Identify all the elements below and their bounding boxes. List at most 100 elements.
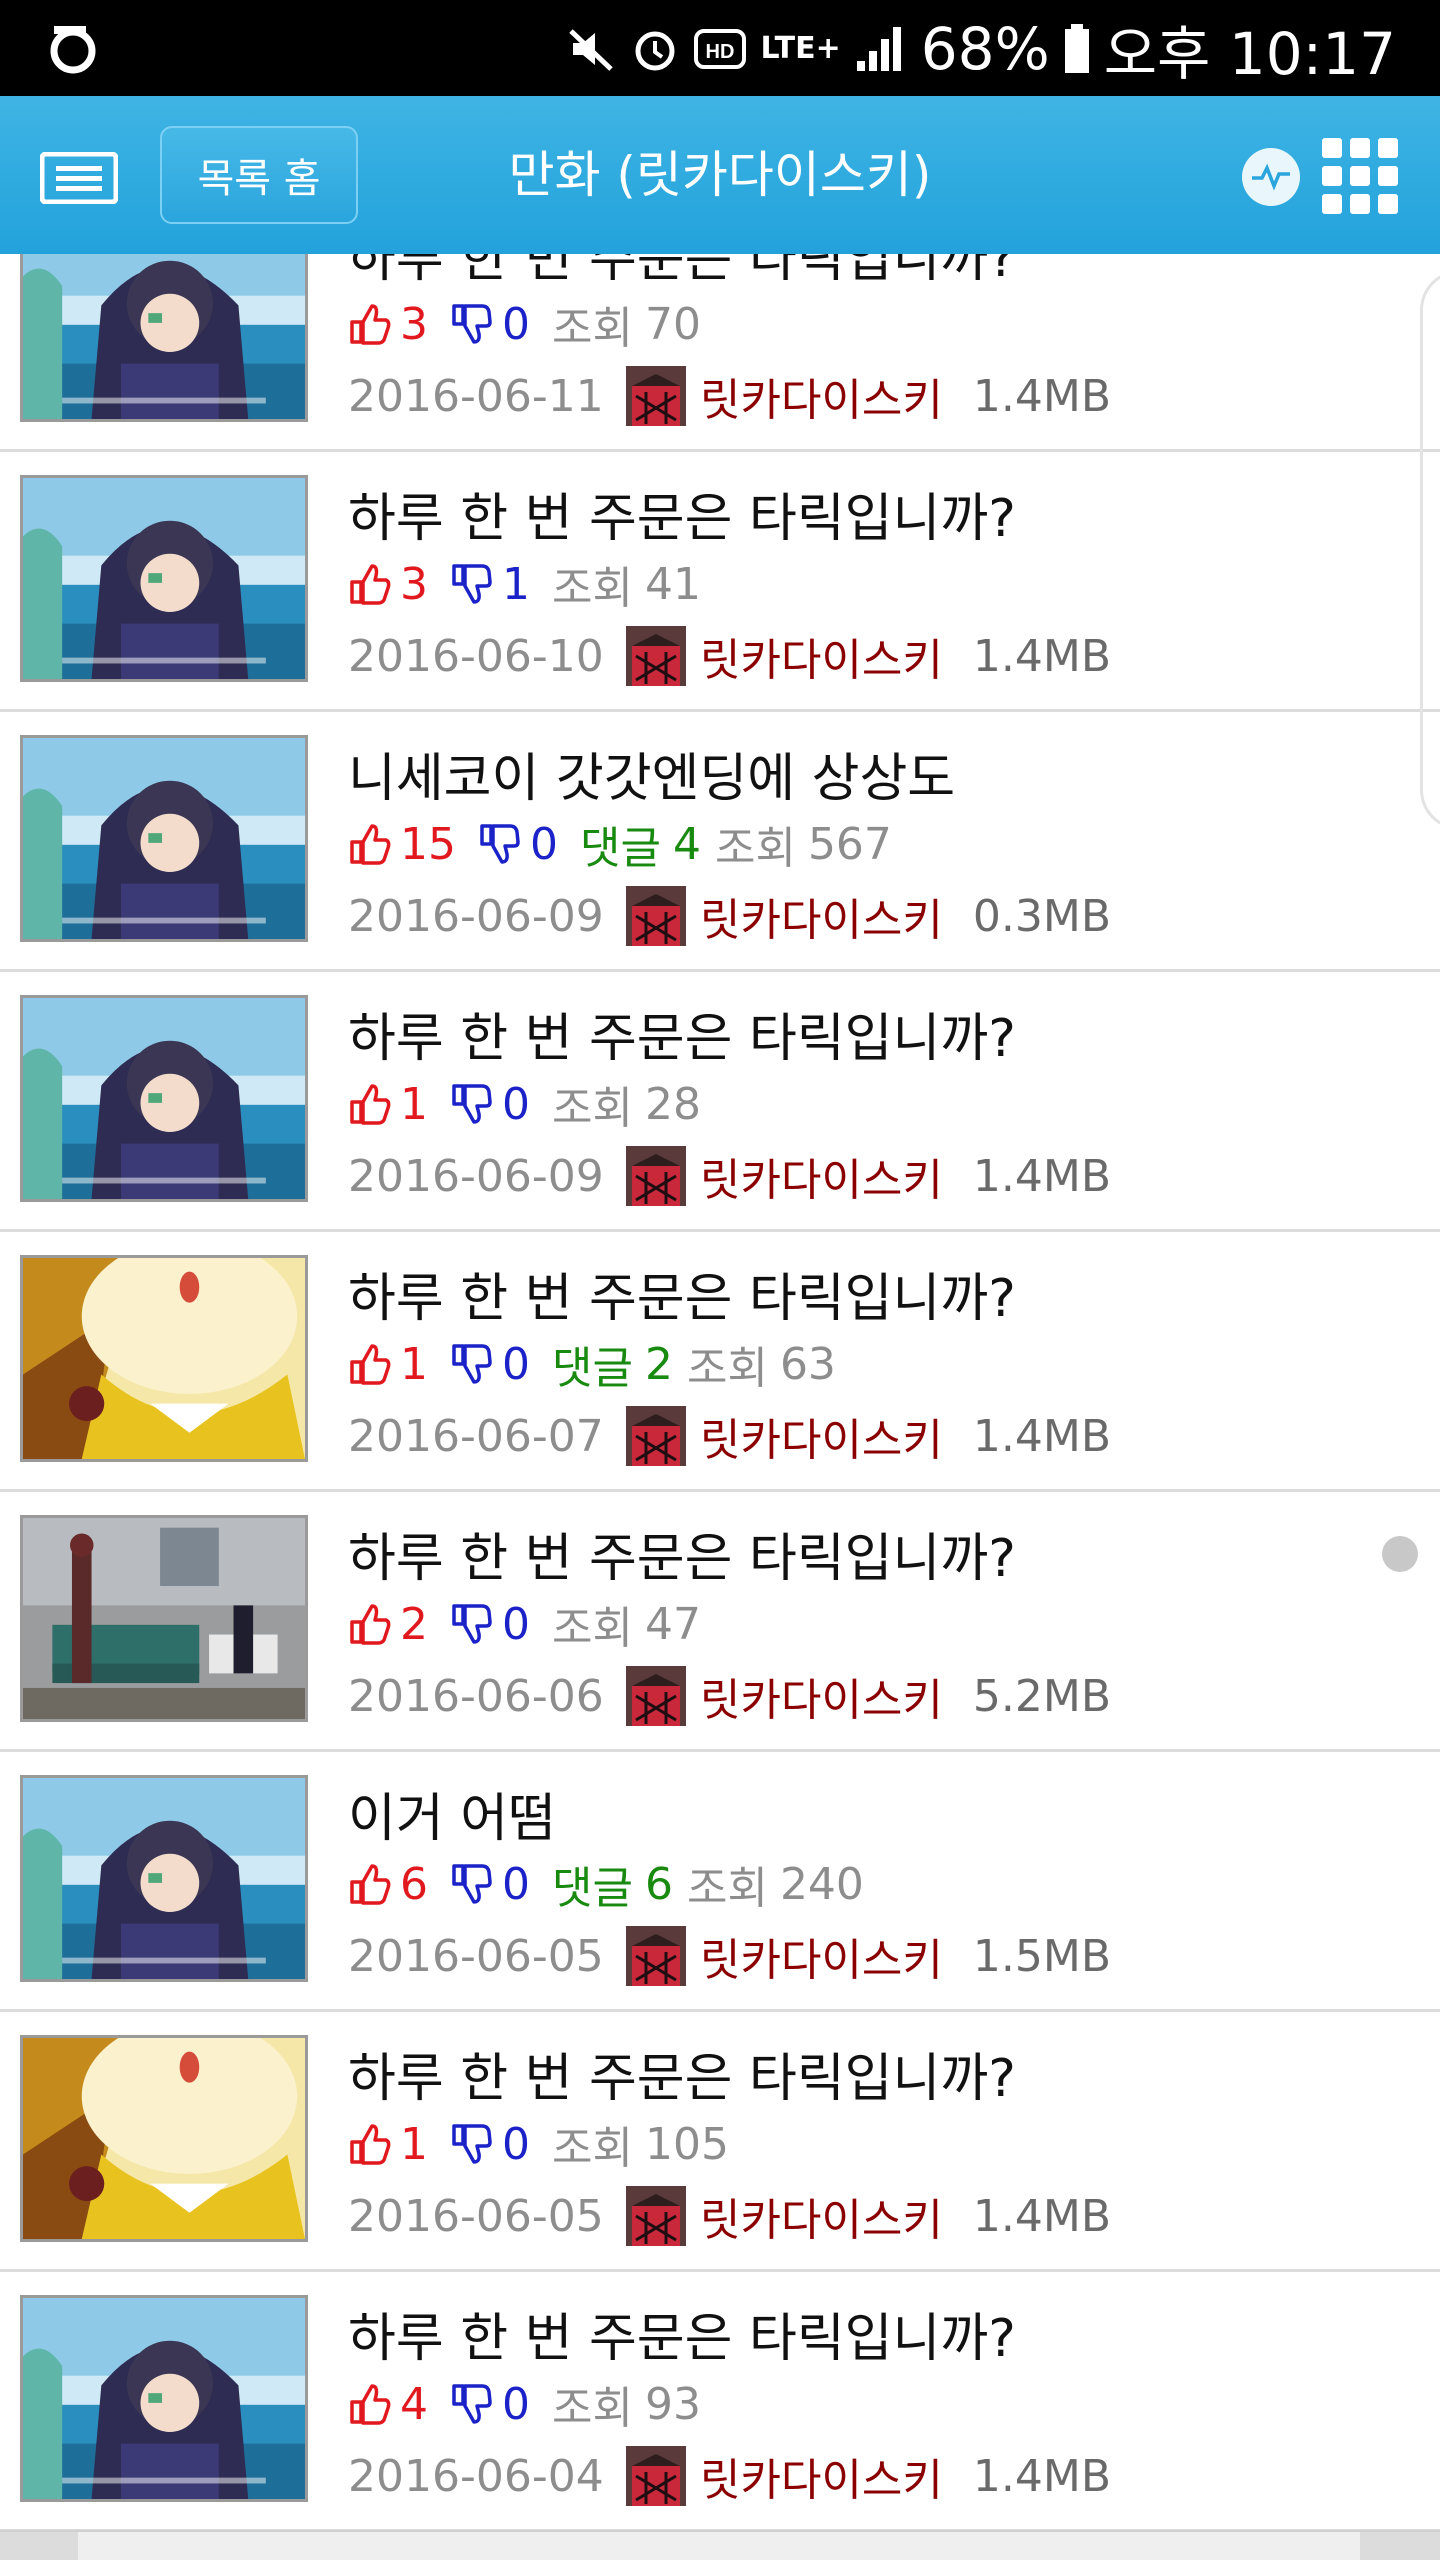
author-avatar[interactable] xyxy=(626,366,700,426)
dislike-count: 0 xyxy=(530,818,558,870)
author-name[interactable]: 릿카다이스키 xyxy=(700,1404,943,1468)
dislike-count: 0 xyxy=(502,1338,530,1390)
app-notification-icon xyxy=(50,26,96,74)
dislike-count: 0 xyxy=(502,1598,530,1650)
author-name[interactable]: 릿카다이스키 xyxy=(700,2444,943,2508)
view-count: 41 xyxy=(644,558,701,610)
post-title[interactable]: 하루 한 번 주문은 타릭입니까? xyxy=(348,1256,1016,1331)
grid-apps-icon[interactable] xyxy=(1322,138,1398,214)
post-row[interactable]: 니세코이 갓갓엔딩에 상상도 15 0 댓글 4 조회 567 2016-06-09 릿카다이스… xyxy=(0,712,1440,972)
like-count: 1 xyxy=(400,1078,428,1130)
post-meta: 2016-06-11 릿카다이스키 1.4MB xyxy=(348,366,1111,426)
file-size: 1.4MB xyxy=(972,2450,1112,2502)
thumbs-down-icon xyxy=(450,2382,494,2426)
like-count: 15 xyxy=(400,818,456,870)
dislike-count: 0 xyxy=(502,1078,530,1130)
post-row[interactable]: 하루 한 번 주문은 타릭입니까? 4 0 조회 93 2016-06-04 릿카다이스키 1… xyxy=(0,2272,1440,2530)
post-row[interactable]: 하루 한 번 주문은 타릭입니까? 3 0 조회 70 2016-06-11 릿카다이스키 1… xyxy=(0,254,1440,452)
post-row[interactable]: 하루 한 번 주문은 타릭입니까? 1 0 조회 105 2016-06-05 릿카다이스키… xyxy=(0,2012,1440,2272)
post-thumbnail[interactable] xyxy=(20,1775,308,1982)
post-title[interactable]: 하루 한 번 주문은 타릭입니까? xyxy=(348,476,1016,551)
post-thumbnail[interactable] xyxy=(20,475,308,682)
post-title[interactable]: 하루 한 번 주문은 타릭입니까? xyxy=(348,1516,1016,1591)
post-row[interactable]: 하루 한 번 주문은 타릭입니까? 1 0 조회 28 2016-06-09 릿카다이스키 1… xyxy=(0,972,1440,1232)
svg-text:HD: HD xyxy=(705,41,734,63)
author-name[interactable]: 릿카다이스키 xyxy=(700,884,943,948)
post-date: 2016-06-07 xyxy=(348,1410,604,1462)
battery-icon xyxy=(1064,24,1090,74)
dislike-count: 0 xyxy=(502,298,530,350)
post-thumbnail[interactable] xyxy=(20,995,308,1202)
post-row[interactable]: 하루 한 번 주문은 타릭입니까? 2 0 조회 47 2016-06-06 릿카다이스키 5… xyxy=(0,1492,1440,1752)
thumbs-down-icon xyxy=(450,2122,494,2166)
author-avatar[interactable] xyxy=(626,2446,700,2506)
list-home-button[interactable]: 목록 홈 xyxy=(160,126,358,224)
view-label: 조회 xyxy=(686,1863,768,1914)
post-row[interactable]: 하루 한 번 주문은 타릭입니까? 1 0 댓글 2 조회 63 2016-06-07 릿카다이… xyxy=(0,1232,1440,1492)
author-name[interactable]: 릿카다이스키 xyxy=(700,1664,943,1728)
menu-icon[interactable] xyxy=(40,152,118,204)
post-row[interactable]: 하루 한 번 주문은 타릭입니까? 3 1 조회 41 2016-06-10 릿카다이스키 1… xyxy=(0,452,1440,712)
post-meta: 2016-06-05 릿카다이스키 1.5MB xyxy=(348,1926,1111,1986)
bottom-ad-strip[interactable] xyxy=(0,2530,1440,2560)
post-stats: 3 0 조회 70 xyxy=(348,294,701,354)
post-stats: 6 0 댓글 6 조회 240 xyxy=(348,1854,864,1914)
post-title[interactable]: 이거 어떰 xyxy=(348,1776,556,1851)
post-title[interactable]: 하루 한 번 주문은 타릭입니까? xyxy=(348,254,1016,291)
thumbs-down-icon xyxy=(450,1602,494,1646)
post-title[interactable]: 하루 한 번 주문은 타릭입니까? xyxy=(348,2296,1016,2371)
author-avatar[interactable] xyxy=(626,626,700,686)
author-avatar[interactable] xyxy=(626,1146,700,1206)
post-date: 2016-06-09 xyxy=(348,890,604,942)
thumbs-up-icon xyxy=(348,1082,392,1126)
author-avatar[interactable] xyxy=(626,886,700,946)
thumbs-down-icon xyxy=(450,1862,494,1906)
post-list[interactable]: 하루 한 번 주문은 타릭입니까? 3 0 조회 70 2016-06-11 릿카다이스키 1… xyxy=(0,254,1440,2530)
thumbs-down-icon xyxy=(450,302,494,346)
dislike-count: 0 xyxy=(502,2378,530,2430)
view-count: 567 xyxy=(807,818,892,870)
post-title[interactable]: 니세코이 갓갓엔딩에 상상도 xyxy=(348,736,955,811)
author-avatar[interactable] xyxy=(626,1406,700,1466)
like-count: 6 xyxy=(400,1858,428,1910)
thumbs-up-icon xyxy=(348,1342,392,1386)
post-thumbnail[interactable] xyxy=(20,1515,308,1722)
author-name[interactable]: 릿카다이스키 xyxy=(700,364,943,428)
post-thumbnail[interactable] xyxy=(20,2035,308,2242)
post-meta: 2016-06-07 릿카다이스키 1.4MB xyxy=(348,1406,1111,1466)
comment-label: 댓글 xyxy=(552,1863,633,1914)
view-label: 조회 xyxy=(686,1343,768,1394)
post-date: 2016-06-11 xyxy=(348,370,604,422)
post-row[interactable]: 이거 어떰 6 0 댓글 6 조회 240 2016-06-05 릿카다이스키 1.5MB xyxy=(0,1752,1440,2012)
author-avatar[interactable] xyxy=(626,1666,700,1726)
dislike-count: 1 xyxy=(502,558,530,610)
author-avatar[interactable] xyxy=(626,2186,700,2246)
thumbs-down-icon xyxy=(450,562,494,606)
thumbs-up-icon xyxy=(348,2382,392,2426)
author-name[interactable]: 릿카다이스키 xyxy=(700,1924,943,1988)
post-thumbnail[interactable] xyxy=(20,735,308,942)
author-avatar[interactable] xyxy=(626,1926,700,1986)
post-stats: 3 1 조회 41 xyxy=(348,554,701,614)
battery-percent: 68% xyxy=(920,15,1050,83)
post-title[interactable]: 하루 한 번 주문은 타릭입니까? xyxy=(348,2036,1016,2111)
author-name[interactable]: 릿카다이스키 xyxy=(700,2184,943,2248)
post-stats: 15 0 댓글 4 조회 567 xyxy=(348,814,892,874)
thumbs-down-icon xyxy=(478,822,522,866)
edge-panel-handle[interactable] xyxy=(1420,270,1440,830)
floating-dot[interactable] xyxy=(1382,1536,1418,1572)
author-name[interactable]: 릿카다이스키 xyxy=(700,1144,943,1208)
thumbs-up-icon xyxy=(348,1602,392,1646)
post-thumbnail[interactable] xyxy=(20,2295,308,2502)
file-size: 1.4MB xyxy=(972,1150,1112,1202)
post-title[interactable]: 하루 한 번 주문은 타릭입니까? xyxy=(348,996,1016,1071)
file-size: 1.5MB xyxy=(972,1930,1112,1982)
author-name[interactable]: 릿카다이스키 xyxy=(700,624,943,688)
post-date: 2016-06-10 xyxy=(348,630,604,682)
view-label: 조회 xyxy=(552,563,633,614)
post-date: 2016-06-04 xyxy=(348,2450,604,2502)
post-thumbnail[interactable] xyxy=(20,1255,308,1462)
comment-count: 2 xyxy=(644,1338,673,1390)
activity-icon[interactable] xyxy=(1242,148,1300,206)
post-thumbnail[interactable] xyxy=(20,254,308,422)
